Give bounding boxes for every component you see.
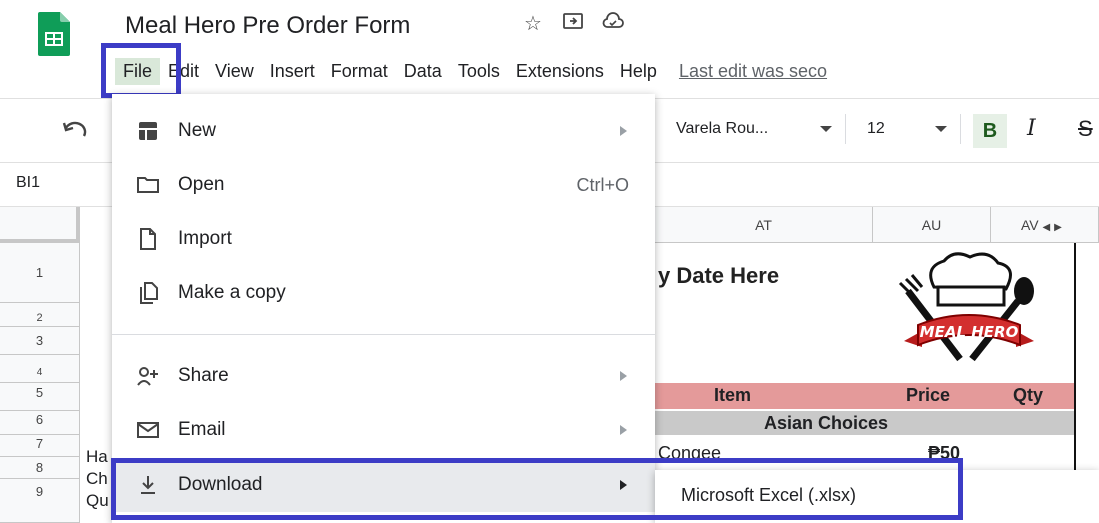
menu-tools[interactable]: Tools: [450, 58, 508, 85]
column-header-av-label: AV: [1021, 217, 1039, 233]
strikethrough-button[interactable]: S: [1078, 116, 1093, 142]
menu-data[interactable]: Data: [396, 58, 450, 85]
person-add-icon: [136, 364, 160, 388]
select-all-corner[interactable]: [0, 207, 80, 243]
menu-item-label: Share: [178, 365, 229, 386]
row-header-4[interactable]: 4: [0, 355, 80, 383]
price-cell[interactable]: ₱50: [928, 443, 960, 464]
menu-insert[interactable]: Insert: [262, 58, 323, 85]
italic-button[interactable]: I: [1027, 116, 1036, 141]
header-qty-cell[interactable]: Qty: [1013, 385, 1043, 406]
undo-icon[interactable]: [62, 120, 88, 142]
menu-format[interactable]: Format: [323, 58, 396, 85]
menu-item-label: Email: [178, 419, 226, 440]
row-header-5[interactable]: 5: [0, 383, 80, 411]
column-header-au[interactable]: AU: [873, 207, 991, 243]
folder-icon: [136, 173, 160, 197]
font-family-select[interactable]: Varela Rou...: [676, 120, 768, 138]
row-header-2[interactable]: 2: [0, 303, 80, 327]
cell-text[interactable]: Qu: [86, 491, 109, 511]
scroll-right-icon[interactable]: ▶: [1054, 222, 1062, 233]
menu-item-email[interactable]: Email: [112, 403, 655, 457]
menu-help[interactable]: Help: [612, 58, 665, 85]
cloud-status-icon[interactable]: [602, 12, 624, 36]
menu-item-new[interactable]: New: [112, 104, 655, 158]
download-xlsx-option[interactable]: Microsoft Excel (.xlsx): [681, 485, 856, 506]
menu-item-download[interactable]: Download: [112, 458, 655, 512]
name-box[interactable]: BI1: [16, 174, 40, 192]
submenu-arrow-icon: [620, 425, 627, 435]
star-icon[interactable]: ☆: [522, 12, 544, 36]
copy-icon: [136, 281, 160, 305]
font-dropdown-arrow-icon[interactable]: [820, 126, 832, 132]
column-header-av[interactable]: AV ◀ ▶: [991, 207, 1099, 243]
menu-item-label: Make a copy: [178, 282, 286, 303]
row-header-8[interactable]: 8: [0, 457, 80, 479]
menu-item-import[interactable]: Import: [112, 212, 655, 266]
menu-item-make-a-copy[interactable]: Make a copy: [112, 266, 655, 320]
row-header-7[interactable]: 7: [0, 435, 80, 457]
menu-extensions[interactable]: Extensions: [508, 58, 612, 85]
menu-bar: File Edit View Insert Format Data Tools …: [115, 56, 827, 86]
document-title[interactable]: Meal Hero Pre Order Form: [125, 12, 410, 40]
menu-item-share[interactable]: Share: [112, 349, 655, 403]
mail-icon: [136, 418, 160, 442]
last-edit-link[interactable]: Last edit was seco: [679, 61, 827, 82]
menu-view[interactable]: View: [207, 58, 262, 85]
row-header-9[interactable]: 9: [0, 479, 80, 523]
menu-divider: [112, 334, 655, 335]
item-cell[interactable]: Congee: [658, 443, 721, 464]
cell-text[interactable]: Ch: [86, 469, 108, 489]
row-header-6[interactable]: 6: [0, 411, 80, 435]
font-size-input[interactable]: 12: [867, 120, 885, 138]
date-placeholder-cell[interactable]: y Date Here: [658, 263, 779, 289]
sheets-logo-icon[interactable]: [38, 12, 70, 56]
menu-item-label: New: [178, 120, 217, 141]
download-icon: [136, 473, 160, 497]
sheets-new-icon: [136, 119, 160, 143]
file-menu-highlight-box: [101, 43, 181, 98]
section-title-cell[interactable]: Asian Choices: [764, 413, 888, 434]
menu-item-label: Download: [178, 474, 263, 495]
toolbar-separator: [960, 114, 961, 144]
move-to-folder-icon[interactable]: [562, 12, 584, 36]
row-header-3[interactable]: 3: [0, 327, 80, 355]
file-menu: New Open Ctrl+O Import Make a copy Share…: [112, 94, 655, 523]
svg-text:MEAL HERO: MEAL HERO: [920, 323, 1019, 341]
download-submenu: Microsoft Excel (.xlsx): [655, 470, 1099, 523]
font-size-dropdown-arrow-icon[interactable]: [935, 126, 947, 132]
scroll-left-icon[interactable]: ◀: [1043, 222, 1051, 233]
submenu-arrow-icon: [620, 126, 627, 136]
bold-button[interactable]: B: [973, 114, 1007, 148]
column-header-at[interactable]: AT: [655, 207, 873, 243]
file-icon: [136, 227, 160, 251]
menu-item-label: Open: [178, 174, 225, 195]
submenu-arrow-icon: [620, 371, 627, 381]
submenu-arrow-icon: [620, 480, 627, 490]
header-price-cell[interactable]: Price: [906, 385, 950, 406]
row-header-1[interactable]: 1: [0, 243, 80, 303]
meal-hero-logo: MEAL HERO: [898, 252, 1034, 362]
menu-item-open[interactable]: Open Ctrl+O: [112, 158, 655, 212]
shortcut-label: Ctrl+O: [576, 174, 629, 195]
menu-item-label: Import: [178, 228, 232, 249]
header-item-cell[interactable]: Item: [714, 385, 751, 406]
cell-text[interactable]: Ha: [86, 447, 108, 467]
toolbar-separator: [845, 114, 846, 144]
